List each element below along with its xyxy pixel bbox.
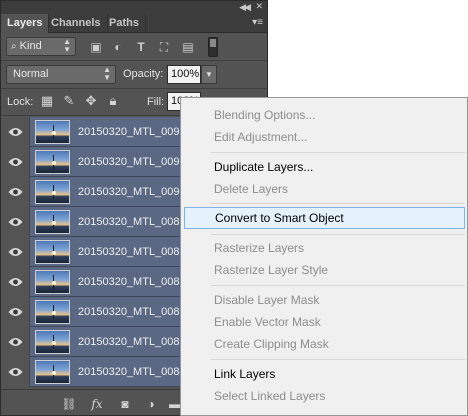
visibility-eye-icon[interactable]	[1, 207, 30, 237]
visibility-eye-icon[interactable]	[1, 297, 30, 327]
add-mask-icon[interactable]: ◙	[117, 396, 133, 412]
filter-row: ⌕ Kind ▲ ▼ ▣ ◐ T ⛶ ▤	[1, 34, 267, 59]
shape-layer-filter-icon[interactable]: ⛶	[157, 40, 171, 54]
adjustment-layer-filter-icon[interactable]: ◐	[111, 40, 125, 54]
menu-separator	[211, 285, 465, 286]
fill-label: Fill:	[147, 96, 165, 108]
layer-thumbnail[interactable]	[35, 240, 70, 264]
filter-kind-select[interactable]: ⌕ Kind ▲ ▼	[6, 37, 76, 56]
menu-separator	[211, 152, 465, 153]
close-panel-icon[interactable]: ✕	[255, 1, 263, 12]
menu-separator	[211, 234, 465, 235]
layer-thumbnail[interactable]	[35, 270, 70, 294]
filter-toggle-switch[interactable]	[208, 37, 218, 57]
type-layer-filter-icon[interactable]: T	[134, 40, 148, 54]
menu-item-disable-layer-mask[interactable]: Disable Layer Mask	[182, 289, 466, 311]
blend-mode-select[interactable]: Normal ▲ ▼	[6, 65, 116, 84]
layer-thumbnail[interactable]	[35, 210, 70, 234]
lock-all-icon[interactable]: 🔒︎	[105, 93, 121, 109]
layer-style-icon[interactable]: fx	[89, 396, 105, 412]
visibility-eye-icon[interactable]	[1, 357, 30, 387]
menu-item-rasterize-layer-style[interactable]: Rasterize Layer Style	[182, 259, 466, 281]
pixel-layer-filter-icon[interactable]: ▣	[89, 40, 103, 54]
collapse-panel-icon[interactable]: ◀◀	[239, 2, 251, 13]
menu-item-convert-to-smart-object[interactable]: Convert to Smart Object	[184, 207, 465, 229]
tab-channels[interactable]: Channels	[45, 14, 108, 33]
menu-item-rasterize-layers[interactable]: Rasterize Layers	[182, 237, 466, 259]
menu-item-duplicate-layers[interactable]: Duplicate Layers...	[182, 156, 466, 178]
visibility-eye-icon[interactable]	[1, 327, 30, 357]
layer-thumbnail[interactable]	[35, 300, 70, 324]
opacity-field[interactable]: 100%	[167, 65, 201, 84]
link-layers-icon[interactable]: ⛓	[61, 396, 77, 412]
menu-separator	[211, 203, 465, 204]
menu-item-select-linked-layers[interactable]: Select Linked Layers	[182, 385, 466, 407]
menu-item-edit-adjustment[interactable]: Edit Adjustment...	[182, 126, 466, 148]
panel-title-strip: ◀◀ ✕	[1, 1, 267, 13]
menu-item-create-clipping-mask[interactable]: Create Clipping Mask	[182, 333, 466, 355]
menu-item-link-layers[interactable]: Link Layers	[182, 363, 466, 385]
visibility-eye-icon[interactable]	[1, 147, 30, 177]
tab-paths[interactable]: Paths	[103, 14, 146, 33]
blend-mode-value: Normal	[13, 68, 49, 80]
search-icon: ⌕	[11, 41, 17, 52]
opacity-label: Opacity:	[123, 68, 164, 80]
visibility-eye-icon[interactable]	[1, 177, 30, 207]
menu-separator	[211, 359, 465, 360]
visibility-eye-icon[interactable]	[1, 117, 30, 147]
menu-item-delete-layers[interactable]: Delete Layers	[182, 178, 466, 200]
menu-item-enable-vector-mask[interactable]: Enable Vector Mask	[182, 311, 466, 333]
lock-image-pixels-icon[interactable]: ✎	[61, 93, 77, 109]
smart-object-filter-icon[interactable]: ▤	[181, 40, 195, 54]
layer-thumbnail[interactable]	[35, 150, 70, 174]
layer-thumbnail[interactable]	[35, 360, 70, 384]
stepper-arrows-icon: ▲ ▼	[63, 37, 71, 54]
lock-position-icon[interactable]: ✥	[83, 93, 99, 109]
lock-transparent-pixels-icon[interactable]: ▦	[39, 93, 55, 109]
lock-label: Lock:	[7, 96, 34, 108]
blend-row: Normal ▲ ▼ Opacity: 100% ▼	[1, 61, 267, 87]
layer-thumbnail[interactable]	[35, 330, 70, 354]
visibility-eye-icon[interactable]	[1, 237, 30, 267]
new-adjustment-layer-icon[interactable]: ◑	[143, 396, 159, 412]
panel-menu-icon[interactable]: ▾≡	[252, 17, 263, 28]
opacity-dropdown-button[interactable]: ▼	[201, 65, 217, 84]
tab-layers[interactable]: Layers	[1, 14, 50, 33]
menu-item-blending-options[interactable]: Blending Options...	[182, 104, 466, 126]
layer-thumbnail[interactable]	[35, 180, 70, 204]
layer-thumbnail[interactable]	[35, 120, 70, 144]
layer-context-menu: Blending Options... Edit Adjustment... D…	[180, 97, 468, 416]
panel-tabbar: Layers Channels Paths ▾≡	[1, 13, 267, 33]
filter-kind-label: Kind	[19, 40, 42, 52]
stepper-arrows-icon: ▲ ▼	[103, 65, 111, 82]
visibility-eye-icon[interactable]	[1, 267, 30, 297]
